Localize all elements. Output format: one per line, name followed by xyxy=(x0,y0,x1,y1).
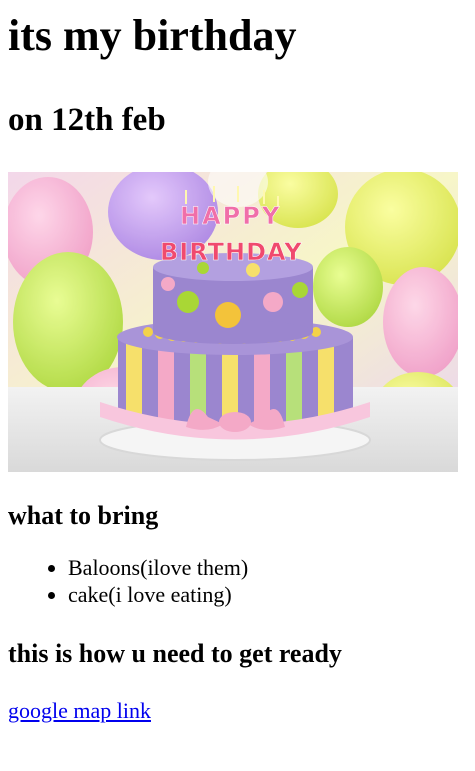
bring-list: Baloons(ilove them) cake(i love eating) xyxy=(8,554,467,608)
google-map-link[interactable]: google map link xyxy=(8,698,151,724)
cake-topper-happy: HAPPY xyxy=(180,202,281,230)
list-item: cake(i love eating) xyxy=(68,581,467,608)
page-title: its my birthday xyxy=(8,11,297,60)
birthday-cake-image: HAPPY BIRTHDAY xyxy=(8,172,458,472)
list-item: Baloons(ilove them) xyxy=(68,554,467,581)
cake-topper-birthday: BIRTHDAY xyxy=(160,238,303,266)
date-subheading: on 12th feb xyxy=(8,102,166,138)
get-ready-heading: this is how u need to get ready xyxy=(8,639,342,668)
page: its my birthday on 12th feb HAPPY BIRTHD… xyxy=(0,10,475,724)
what-to-bring-heading: what to bring xyxy=(8,501,159,530)
